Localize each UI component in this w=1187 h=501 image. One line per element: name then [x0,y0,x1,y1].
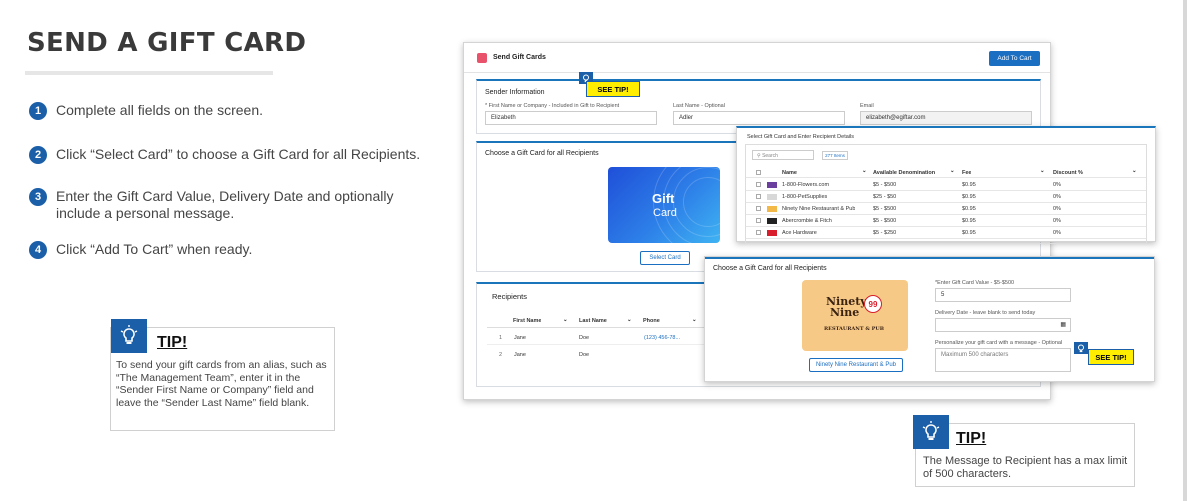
last-name-field[interactable]: Adler [673,111,845,125]
email-label: Email [860,103,874,109]
window-header: Send Gift Cards Add To Cart [464,43,1050,73]
chosen-card-title: Choose a Gift Card for all Recipients [713,265,827,272]
item-count-badge: 277 Items [822,151,848,160]
step-4: 4 Click “Add To Cart” when ready. [29,241,252,259]
recipients-table-header: First Name ⌄ Last Name ⌄ Phone ⌄ [487,314,717,328]
delivery-date-field[interactable]: ▦ [935,318,1071,332]
table-row[interactable]: 1 Jane Doe (123) 456-78... [487,331,717,345]
step-number: 1 [29,102,47,120]
table-row[interactable]: Abercrombie & Fitch $5 - $500 $0.95 0% [746,215,1146,227]
calendar-icon[interactable]: ▦ [1060,321,1066,328]
message-textarea[interactable]: Maximum 500 characters [935,348,1071,372]
gift-icon [477,53,487,63]
row-checkbox[interactable] [756,230,761,235]
brand-logo-icon [767,218,777,224]
table-row[interactable]: 1-800-PetSupplies $25 - $50 $0.95 0% [746,191,1146,203]
step-text: Enter the Gift Card Value, Delivery Date… [56,188,394,221]
window-title: Send Gift Cards [493,54,546,61]
chevron-down-icon[interactable]: ⌄ [950,168,955,174]
gift-card-table: ⚲ Search 277 Items Name ⌄ Available Deno… [745,144,1147,244]
recipients-title: Recipients [492,292,528,301]
message-label: Personalize your gift card with a messag… [935,340,1063,346]
chosen-gift-card-panel: Choose a Gift Card for all Recipients Ni… [704,256,1155,382]
column-header: Last Name [579,318,607,324]
step-number: 2 [29,146,47,164]
gift-card-image: Gift Card [608,167,720,243]
lightbulb-icon [913,415,949,449]
delivery-date-label: Delivery Date - leave blank to send toda… [935,310,1036,316]
card-value-field[interactable]: 5 [935,288,1071,302]
search-icon: ⚲ [757,153,761,159]
table-row[interactable]: 2 Jane Doe [487,348,717,362]
search-input[interactable]: ⚲ Search [752,150,814,160]
select-card-button[interactable]: Select Card [640,251,690,265]
column-header: Phone [643,318,660,324]
row-checkbox[interactable] [756,218,761,223]
step-text: Click “Add To Cart” when ready. [56,241,253,257]
chevron-down-icon[interactable]: ⌄ [627,317,632,323]
step-2: 2 Click “Select Card” to choose a Gift C… [29,146,420,164]
brand-logo-icon [767,182,777,188]
lightbulb-icon [111,319,147,353]
chevron-down-icon[interactable]: ⌄ [692,317,697,323]
table-header-row: Name ⌄ Available Denomination ⌄ Fee ⌄ Di… [746,167,1146,178]
step-text: Complete all fields on the screen. [56,102,263,118]
selected-card-button[interactable]: Ninety Nine Restaurant & Pub [809,358,903,372]
email-field: elizabeth@egiftar.com [860,111,1032,125]
last-name-label: Last Name - Optional [673,103,725,109]
table-row[interactable]: 1-800-Flowers.com $5 - $500 $0.95 0% [746,179,1146,191]
see-tip-callout: SEE TIP! [1088,349,1134,365]
choose-card-title: Choose a Gift Card for all Recipients [485,150,599,157]
row-checkbox[interactable] [756,182,761,187]
step-number: 3 [29,188,47,206]
brand-badge: 99 [864,295,882,313]
select-all-checkbox[interactable] [756,170,761,175]
sender-section-title: Sender Information [485,89,545,96]
tip-text: The Message to Recipient has a max limit… [923,455,1128,480]
dialog-title: Select Gift Card and Enter Recipient Det… [747,134,854,140]
row-checkbox[interactable] [756,206,761,211]
tip-text: To send your gift cards from an alias, s… [116,359,327,409]
tip-box-alias: TIP! To send your gift cards from an ali… [110,319,335,431]
card-value-label: *Enter Gift Card Value - $5-$500 [935,280,1015,286]
chevron-down-icon[interactable]: ⌄ [1132,168,1137,174]
brand-logo-icon [767,230,777,236]
chevron-down-icon[interactable]: ⌄ [862,168,867,174]
chevron-down-icon[interactable]: ⌄ [1040,168,1045,174]
tip-title: TIP! [157,334,188,351]
table-row[interactable]: Ninety Nine Restaurant & Pub $5 - $500 $… [746,203,1146,215]
lightbulb-icon [1074,342,1088,354]
title-underline [25,71,273,75]
gift-card-text: Gift [652,191,675,206]
step-3: 3 Enter the Gift Card Value, Delivery Da… [29,188,393,222]
select-gift-card-dialog: Select Gift Card and Enter Recipient Det… [736,126,1156,244]
first-name-label: * First Name or Company - Included in Gi… [485,103,620,109]
table-row[interactable]: Ace Hardware $5 - $250 $0.95 0% [746,227,1146,239]
first-name-field[interactable]: Elizabeth [485,111,657,125]
page-edge [1183,0,1187,501]
step-text: Click “Select Card” to choose a Gift Car… [56,146,421,162]
brand-logo-icon [767,206,777,212]
brand-logo-icon [767,194,777,200]
tip-box-message: TIP! The Message to Recipient has a max … [913,415,1135,487]
column-header: First Name [513,318,542,324]
step-1: 1 Complete all fields on the screen. [29,102,263,120]
brand-card-image: Ninety Nine 99 RESTAURANT & PUB [802,280,908,351]
step-number: 4 [29,241,47,259]
gift-card-subtext: Card [653,207,677,219]
chevron-down-icon[interactable]: ⌄ [563,317,568,323]
see-tip-callout: SEE TIP! [586,81,640,97]
tip-title: TIP! [956,430,987,447]
add-to-cart-button[interactable]: Add To Cart [989,51,1040,66]
page-title: SEND A GIFT CARD [27,28,307,58]
row-checkbox[interactable] [756,194,761,199]
